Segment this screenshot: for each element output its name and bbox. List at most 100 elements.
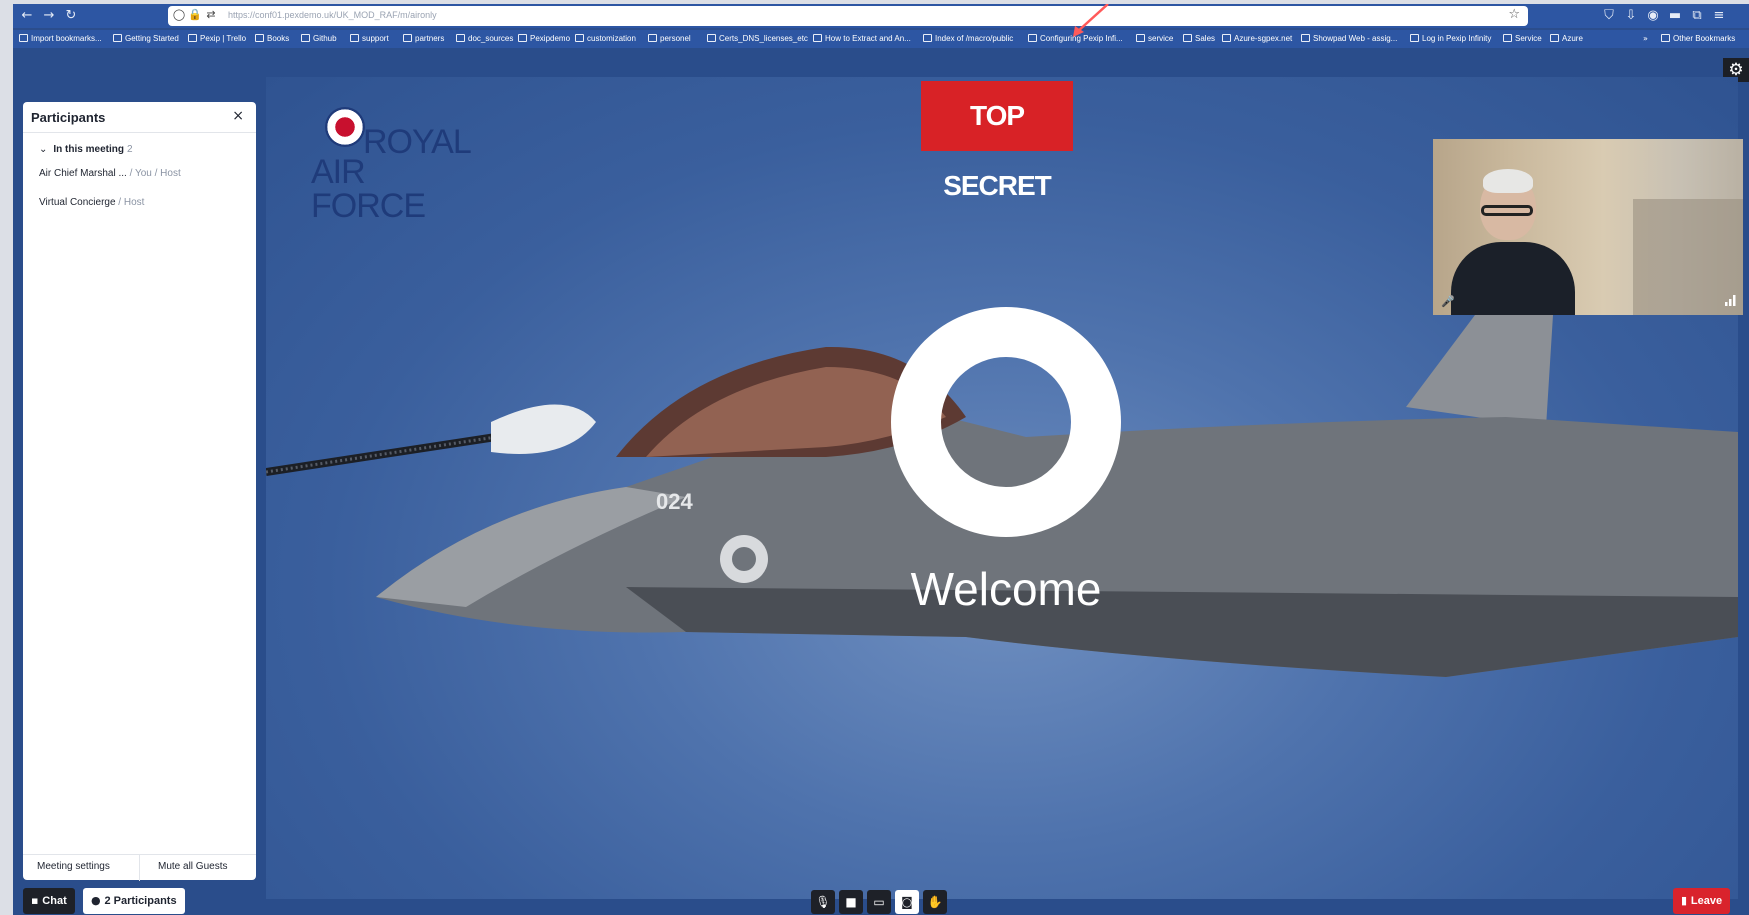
participant-name: Virtual Concierge <box>39 197 116 208</box>
trello-icon <box>188 34 197 42</box>
bookmark-folder[interactable]: doc_sources <box>456 33 513 45</box>
permissions-icon[interactable]: ⇄ <box>204 8 218 22</box>
globe-icon <box>923 34 932 42</box>
bookmarks-overflow[interactable]: » <box>1643 33 1648 45</box>
github-icon <box>301 34 310 42</box>
participant-name: Air Chief Marshal ... <box>39 168 127 179</box>
raise-hand-button[interactable]: ✋ <box>923 890 947 914</box>
bookmark-item[interactable]: How to Extract and An... <box>813 33 911 45</box>
screen-share-icon: ▭ <box>873 895 885 909</box>
shield-icon[interactable]: ◯ <box>172 8 186 22</box>
bookmark-icon <box>19 34 28 42</box>
download-icon[interactable]: ⇩ <box>1623 8 1639 24</box>
microphone-icon: 🎙 <box>815 895 831 909</box>
person-body <box>1451 242 1575 315</box>
pocket-icon[interactable]: ⛉ <box>1601 8 1617 24</box>
self-view-button[interactable]: ◙ <box>895 890 919 914</box>
divider <box>23 132 256 133</box>
folder-icon <box>648 34 657 42</box>
bookmark-folder[interactable]: support <box>350 33 389 45</box>
bookmark-item[interactable]: Pexip | Trello <box>188 33 246 45</box>
puzzle-icon[interactable]: ⧉ <box>1689 8 1705 24</box>
url-text[interactable]: https://conf01.pexdemo.uk/UK_MOD_RAF/m/a… <box>228 10 437 20</box>
bookmark-item[interactable]: Index of /macro/public <box>923 33 1013 45</box>
back-arrow-icon[interactable]: ← <box>19 8 35 24</box>
folder-icon <box>456 34 465 42</box>
folder-icon <box>403 34 412 42</box>
chat-button[interactable]: ▪ Chat <box>23 888 75 914</box>
folder-icon <box>350 34 359 42</box>
bookmark-item[interactable]: Log in Pexip Infinity <box>1410 33 1491 45</box>
participant-row[interactable]: Virtual Concierge / Host <box>39 197 144 208</box>
loading-spinner <box>891 307 1121 537</box>
google-icon <box>255 34 264 42</box>
bookmark-item[interactable]: Books <box>255 33 289 45</box>
meeting-stage: ⚙ 024 ROYAL AIR FORCE TOP SECRET Welcome… <box>13 48 1749 915</box>
forward-arrow-icon[interactable]: → <box>41 8 57 24</box>
menu-icon[interactable]: ≡ <box>1711 8 1727 24</box>
folder-icon <box>1550 34 1559 42</box>
bookmark-folder[interactable]: Pexipdemo <box>518 33 570 45</box>
bookmark-item[interactable]: Import bookmarks... <box>19 33 102 45</box>
browser-toolbar: ← → ↻ ◯ 🔒 ⇄ https://conf01.pexdemo.uk/UK… <box>13 4 1749 28</box>
bookmark-folder[interactable]: Azure-sgpex.net <box>1222 33 1292 45</box>
divider <box>139 855 140 881</box>
section-label: In this meeting <box>53 144 124 155</box>
bookmark-folder[interactable]: service <box>1136 33 1173 45</box>
microphone-button[interactable]: 🎙 <box>811 890 835 914</box>
folder-icon <box>1222 34 1231 42</box>
folder-icon <box>707 34 716 42</box>
account-icon[interactable]: ◉ <box>1645 8 1661 24</box>
person-icon: ● <box>91 894 105 907</box>
bookmark-folder[interactable]: Certs_DNS_licenses_etc <box>707 33 808 45</box>
participant-row[interactable]: Air Chief Marshal ... / You / Host <box>39 168 181 179</box>
browser-window: ← → ↻ ◯ 🔒 ⇄ https://conf01.pexdemo.uk/UK… <box>13 4 1749 915</box>
bookmark-folder[interactable]: Azure <box>1550 33 1583 45</box>
panel-title: Participants <box>31 110 106 125</box>
camera-button[interactable]: ■ <box>839 890 863 914</box>
raf-logo-line2: AIR FORCE <box>311 153 426 225</box>
bookmark-folder[interactable]: partners <box>403 33 444 45</box>
participant-role: / Host <box>115 197 145 208</box>
participants-button[interactable]: ● 2 Participants <box>83 888 185 914</box>
bookmark-item[interactable]: Configuring Pexip Infi... <box>1028 33 1123 45</box>
participants-panel: Participants × ⌄ In this meeting 2 Air Chi… <box>23 102 256 881</box>
self-view-icon: ◙ <box>901 895 913 909</box>
bookmark-item[interactable]: Showpad Web - assig... <box>1301 33 1397 45</box>
self-view-video[interactable]: 🎤 <box>1433 139 1743 315</box>
leave-icon: ▮ <box>1681 894 1691 907</box>
folder-icon <box>1661 34 1670 42</box>
share-screen-button[interactable]: ▭ <box>867 890 891 914</box>
mic-icon: 🎤 <box>1441 295 1455 308</box>
star-icon[interactable]: ☆ <box>1508 7 1520 22</box>
raise-hand-icon: ✋ <box>927 895 943 909</box>
bookmark-item[interactable]: Getting Started <box>113 33 179 45</box>
pexip-icon <box>1410 34 1419 42</box>
bookmark-folder[interactable]: Sales <box>1183 33 1215 45</box>
signal-strength-icon <box>1725 295 1736 306</box>
bookmark-folder[interactable]: Service <box>1503 33 1542 45</box>
other-bookmarks[interactable]: Other Bookmarks <box>1661 33 1735 45</box>
folder-icon <box>1503 34 1512 42</box>
raf-logo: ROYAL AIR FORCE <box>311 107 481 223</box>
folder-icon <box>1183 34 1192 42</box>
close-icon[interactable]: × <box>232 108 244 124</box>
chevron-down-icon: ⌄ <box>39 144 48 155</box>
bookmarks-bar: Import bookmarks... Getting Started Pexi… <box>13 30 1749 48</box>
meeting-settings-button[interactable]: Meeting settings <box>37 861 110 872</box>
reload-icon[interactable]: ↻ <box>63 8 79 24</box>
section-in-meeting[interactable]: ⌄ In this meeting 2 <box>39 144 133 155</box>
bookmark-item[interactable]: Github <box>301 33 337 45</box>
camera-icon: ■ <box>845 895 857 909</box>
folder-icon <box>518 34 527 42</box>
url-bar[interactable]: ◯ 🔒 ⇄ https://conf01.pexdemo.uk/UK_MOD_R… <box>168 6 1528 26</box>
leave-button[interactable]: ▮ Leave <box>1673 888 1731 914</box>
person-hair <box>1483 169 1533 193</box>
extension-icon[interactable]: ▬ <box>1667 8 1683 24</box>
lock-icon[interactable]: 🔒 <box>188 8 202 22</box>
bookmark-folder[interactable]: customization <box>575 33 636 45</box>
welcome-text: Welcome <box>910 563 1102 615</box>
bookmark-folder[interactable]: personel <box>648 33 691 45</box>
chevron-double-right-icon: » <box>1643 34 1648 43</box>
mute-all-guests-button[interactable]: Mute all Guests <box>158 861 227 872</box>
